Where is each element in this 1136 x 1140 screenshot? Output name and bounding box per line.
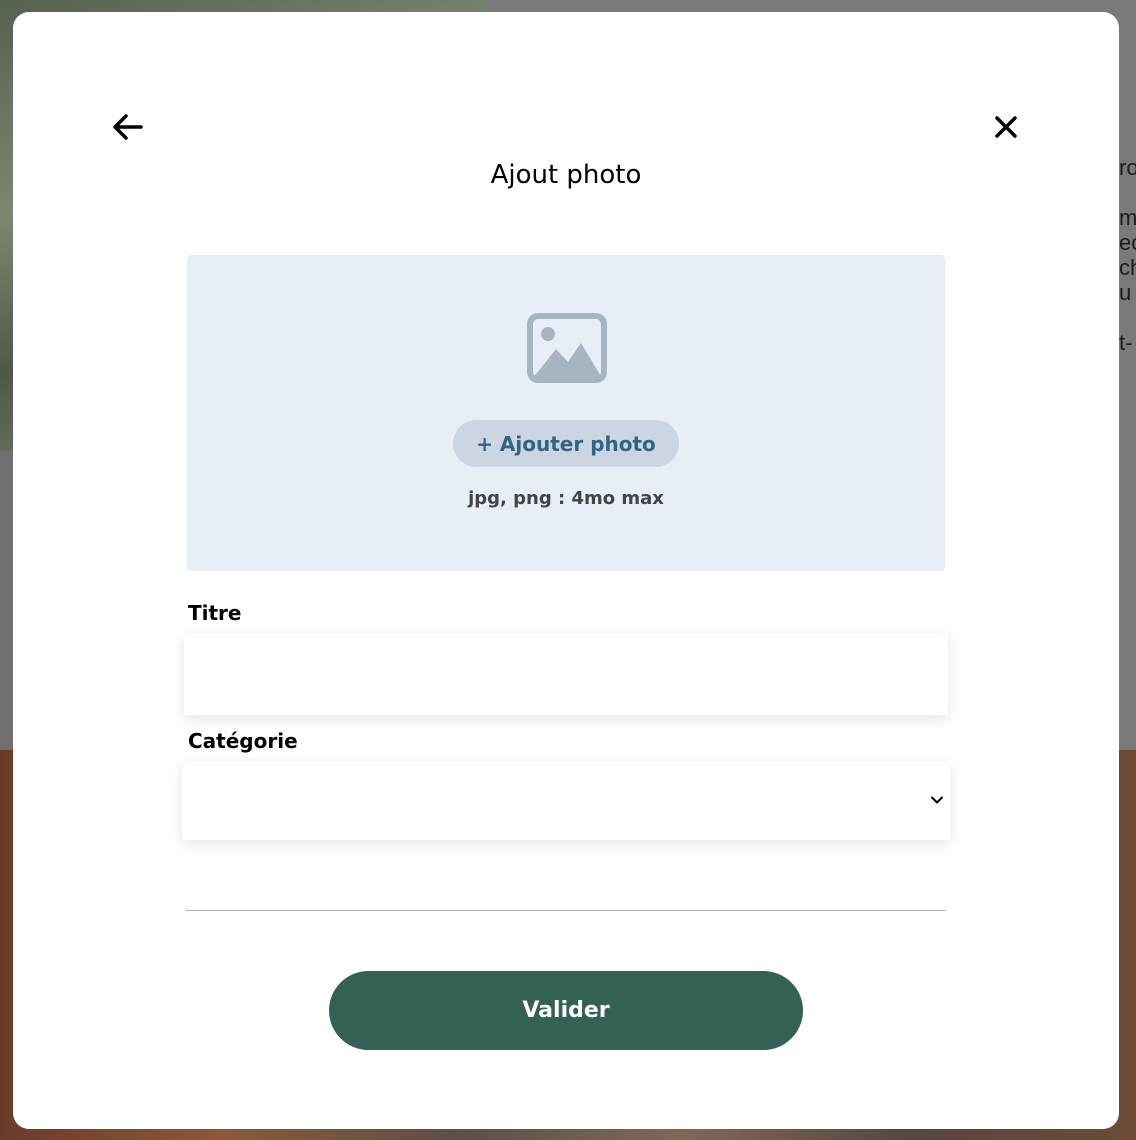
category-label: Catégorie [188, 729, 298, 753]
form-divider [186, 910, 946, 911]
category-select[interactable] [182, 761, 950, 840]
background-text: ro m ec ch u t- [1119, 155, 1136, 355]
image-placeholder-icon [526, 312, 608, 384]
add-photo-button[interactable]: + Ajouter photo [453, 420, 679, 467]
modal-title: Ajout photo [490, 160, 642, 190]
title-label: Titre [188, 601, 242, 625]
chevron-down-icon [931, 796, 943, 804]
add-photo-modal: Ajout photo + Ajouter photo jpg, png : 4… [13, 12, 1119, 1129]
close-icon[interactable] [986, 107, 1026, 147]
title-input[interactable] [184, 633, 948, 715]
upload-format-hint: jpg, png : 4mo max [468, 488, 664, 509]
arrow-left-icon[interactable] [108, 107, 148, 147]
submit-button[interactable]: Valider [329, 971, 803, 1050]
photo-upload-zone[interactable]: + Ajouter photo jpg, png : 4mo max [187, 255, 945, 571]
